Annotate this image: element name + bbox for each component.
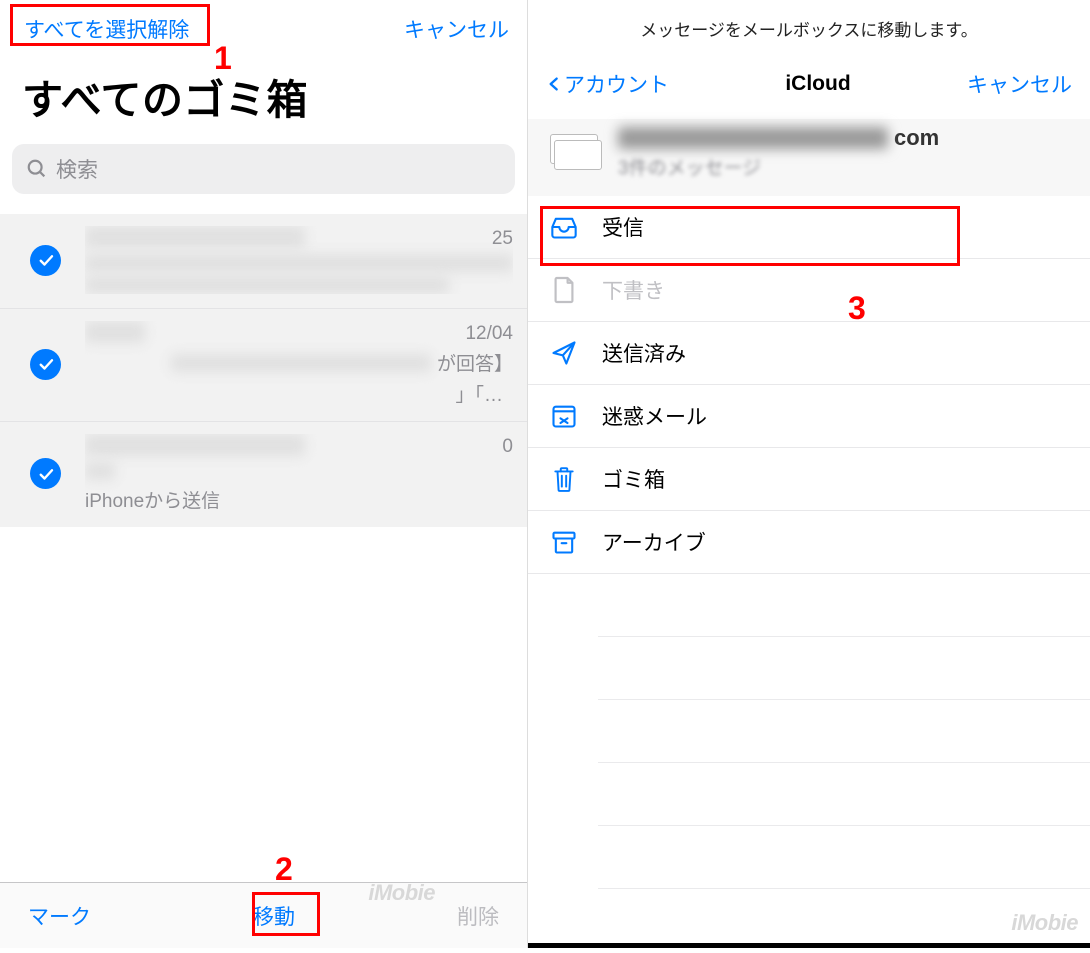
mail-item[interactable]: 0 iPhoneから送信 (0, 422, 527, 527)
mail-date: 12/04 (457, 321, 513, 345)
delete-button[interactable]: 削除 (457, 901, 499, 931)
empty-row (598, 637, 1090, 700)
folder-junk[interactable]: 迷惑メール (528, 385, 1090, 448)
paper-plane-icon (550, 339, 578, 367)
document-icon (550, 275, 578, 305)
cancel-button[interactable]: キャンセル (967, 69, 1072, 99)
checkmark-selected-icon[interactable] (30, 245, 61, 276)
page-title: すべてのゴミ箱 (0, 56, 527, 144)
mail-sender-blurred (85, 434, 305, 456)
folder-inbox[interactable]: 受信 (528, 196, 1090, 259)
trash-edit-screen: すべてを選択解除 キャンセル すべてのゴミ箱 検索 25 (0, 0, 528, 948)
bottom-toolbar: マーク 移動 削除 (0, 882, 527, 948)
archive-icon (550, 529, 578, 555)
chevron-left-icon (546, 72, 562, 96)
mail-preview: iPhoneから送信 (85, 486, 513, 513)
account-header: com 3件のメッセージ (528, 119, 1090, 196)
mail-preview-line2: 」「… (85, 380, 513, 407)
folder-trash[interactable]: ゴミ箱 (528, 448, 1090, 511)
mail-subject-blurred (85, 254, 513, 272)
mail-date: 0 (494, 434, 513, 458)
folder-archive[interactable]: アーカイブ (528, 511, 1090, 574)
move-hint: メッセージをメールボックスに移動します。 (528, 0, 1090, 59)
nav-bar: アカウント iCloud キャンセル (528, 59, 1090, 119)
empty-row (598, 700, 1090, 763)
nav-title: iCloud (785, 72, 850, 96)
folder-drafts: 下書き (528, 259, 1090, 322)
checkmark-selected-icon[interactable] (30, 458, 61, 489)
mail-list: 25 12/04 が回答】 」「… (0, 214, 527, 527)
deselect-all-button[interactable]: すべてを選択解除 (18, 12, 195, 46)
watermark: iMobie (1011, 910, 1078, 936)
search-input[interactable]: 検索 (12, 144, 515, 194)
mail-sender-blurred (85, 226, 305, 248)
folder-label: ゴミ箱 (602, 464, 665, 494)
checkmark-selected-icon[interactable] (30, 349, 61, 380)
account-email-blurred (618, 127, 888, 149)
mail-item[interactable]: 12/04 が回答】 」「… (0, 309, 527, 422)
account-email: com (618, 125, 939, 151)
move-button[interactable]: 移動 (253, 901, 295, 931)
back-button[interactable]: アカウント (546, 69, 669, 99)
mail-item[interactable]: 25 (0, 214, 527, 309)
mail-date: 25 (484, 226, 513, 250)
cancel-button[interactable]: キャンセル (404, 14, 509, 44)
folder-list: 受信 下書き 送信済み 迷惑メール ゴミ箱 (528, 196, 1090, 948)
empty-row (598, 574, 1090, 637)
nav-bar: すべてを選択解除 キャンセル (0, 0, 527, 56)
bottom-border (528, 943, 1090, 948)
mail-preview-blurred (171, 354, 431, 372)
folder-label: 下書き (602, 275, 665, 305)
folder-label: アーカイブ (602, 527, 706, 557)
mail-subject-blurred (85, 462, 115, 480)
folder-label: 受信 (602, 212, 644, 242)
folder-label: 迷惑メール (602, 401, 707, 431)
empty-row (598, 826, 1090, 889)
mail-preview-blurred (85, 276, 449, 294)
move-to-mailbox-screen: メッセージをメールボックスに移動します。 アカウント iCloud キャンセル … (528, 0, 1090, 948)
inbox-icon (550, 214, 578, 240)
empty-row (598, 763, 1090, 826)
watermark: iMobie (368, 880, 435, 906)
message-stack-icon (550, 134, 600, 172)
folder-sent[interactable]: 送信済み (528, 322, 1090, 385)
mark-button[interactable]: マーク (28, 901, 91, 931)
back-label: アカウント (564, 69, 669, 99)
trash-icon (550, 464, 578, 494)
mail-sender-blurred (85, 321, 145, 343)
folder-label: 送信済み (602, 338, 686, 368)
message-count: 3件のメッセージ (618, 153, 939, 180)
search-icon (26, 158, 48, 180)
mail-preview-suffix: が回答】 (437, 349, 513, 376)
junk-icon (550, 402, 578, 430)
search-placeholder: 検索 (56, 154, 98, 184)
